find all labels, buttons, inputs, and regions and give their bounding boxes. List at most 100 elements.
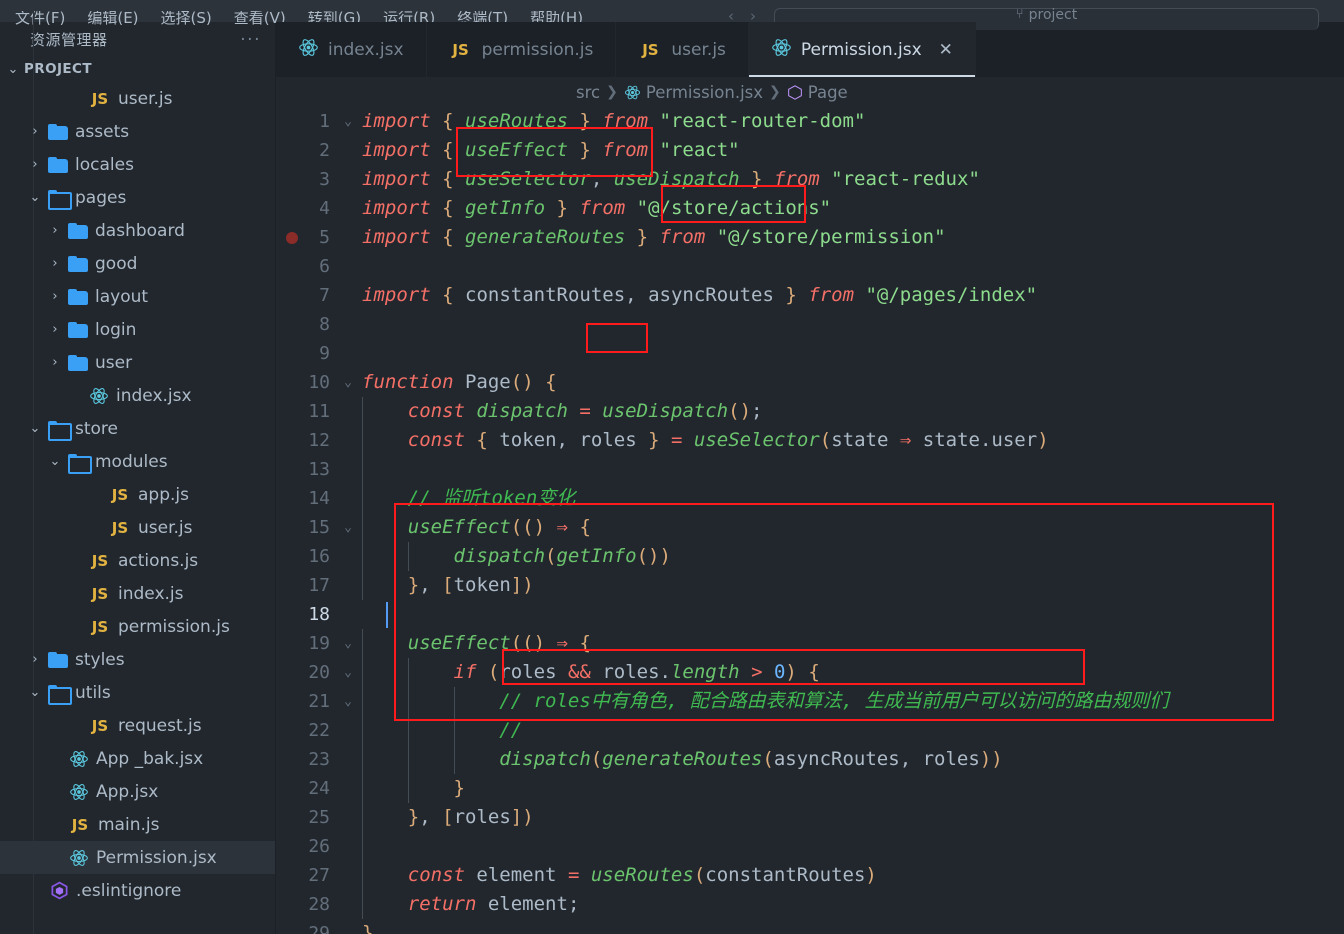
code-editor[interactable]: 1 ⌄ import { useRoutes } from "react-route… xyxy=(276,107,1344,934)
editor-tab-permission-jsx[interactable]: Permission.jsx ✕ xyxy=(748,22,976,77)
tree-item-label: store xyxy=(75,418,118,439)
breadcrumb-separator-icon: ❯ xyxy=(606,84,618,100)
tree-item-assets[interactable]: › assets xyxy=(0,115,275,148)
tree-item-utils[interactable]: ⌄ utils xyxy=(0,676,275,709)
code-line: 1 ⌄ import { useRoutes } from "react-route… xyxy=(276,107,1344,136)
code-line: 19 ⌄ useEffect(() ⇒ { xyxy=(276,629,1344,658)
menu-select[interactable]: 选择(S) xyxy=(150,11,223,26)
line-number: 24 xyxy=(308,778,330,799)
chevron-right-icon[interactable]: › xyxy=(28,157,42,172)
tree-item-store[interactable]: ⌄ store xyxy=(0,412,275,445)
chevron-right-icon[interactable]: › xyxy=(48,223,62,238)
tree-item-app-js[interactable]: JS app.js xyxy=(0,478,275,511)
code-line: 17 }, [token]) xyxy=(276,571,1344,600)
chevron-down-icon[interactable]: ⌄ xyxy=(28,685,42,700)
fold-icon[interactable]: ⌄ xyxy=(338,107,358,136)
tree-item-main-js[interactable]: JS main.js xyxy=(0,808,275,841)
breadcrumb-label: Permission.jsx xyxy=(645,82,764,102)
tree-item-pages[interactable]: ⌄ pages xyxy=(0,181,275,214)
tree-item-modules[interactable]: ⌄ modules xyxy=(0,445,275,478)
tree-item-permission-js[interactable]: JS permission.js xyxy=(0,610,275,643)
code-text: import { useRoutes } from "react-router-… xyxy=(362,110,866,132)
breakpoint-icon[interactable] xyxy=(286,232,298,244)
tree-item-permission-jsx[interactable]: Permission.jsx xyxy=(0,841,275,874)
tree-item-dashboard[interactable]: › dashboard xyxy=(0,214,275,247)
tree-item-label: app.js xyxy=(138,484,189,505)
indent-guide xyxy=(362,571,363,600)
code-line: 12 const { token, roles } = useSelector(… xyxy=(276,426,1344,455)
tree-item-label: assets xyxy=(75,121,130,142)
tab-close-icon[interactable]: ✕ xyxy=(939,40,953,60)
react-file-icon xyxy=(68,782,90,802)
tree-item-user-js[interactable]: JS user.js xyxy=(0,82,275,115)
tree-item-index-js[interactable]: JS index.js xyxy=(0,577,275,610)
project-section-header[interactable]: ⌄ PROJECT xyxy=(0,57,275,81)
tree-item-actions-js[interactable]: JS actions.js xyxy=(0,544,275,577)
fold-icon[interactable]: ⌄ xyxy=(338,513,358,542)
code-text: // 监听token变化 xyxy=(407,487,576,509)
editor-tab-permission-js[interactable]: JS permission.js xyxy=(426,22,617,77)
code-text: import { useEffect } from "react" xyxy=(362,139,740,161)
code-text: if (roles && roles.length > 0) { xyxy=(453,661,820,683)
line-number: 27 xyxy=(308,865,330,886)
tree-item-request-js[interactable]: JS request.js xyxy=(0,709,275,742)
react-file-icon xyxy=(298,37,319,63)
chevron-down-icon[interactable]: ⌄ xyxy=(48,454,62,469)
code-lines: 1 ⌄ import { useRoutes } from "react-route… xyxy=(276,107,1344,934)
chevron-down-icon[interactable]: ⌄ xyxy=(28,190,42,205)
line-number: 28 xyxy=(308,894,330,915)
breadcrumb-item-file[interactable]: Permission.jsx xyxy=(624,83,763,102)
cube-icon xyxy=(787,84,802,100)
more-actions-icon[interactable]: ··· xyxy=(240,31,261,48)
tree-item--eslintignore[interactable]: .eslintignore xyxy=(0,874,275,907)
menu-file[interactable]: 文件(F) xyxy=(4,11,76,26)
tree-item-user-js[interactable]: JS user.js xyxy=(0,511,275,544)
code-text: import { constantRoutes, asyncRoutes } f… xyxy=(362,284,1038,306)
fold-icon[interactable]: ⌄ xyxy=(338,629,358,658)
code-line: 4 import { getInfo } from "@/store/action… xyxy=(276,194,1344,223)
fold-icon[interactable]: ⌄ xyxy=(338,687,358,716)
react-icon xyxy=(299,38,318,56)
fold-icon[interactable]: ⌄ xyxy=(338,368,358,397)
tree-item-index-jsx[interactable]: index.jsx xyxy=(0,379,275,412)
chevron-down-icon: ⌄ xyxy=(7,61,19,77)
chevron-right-icon[interactable]: › xyxy=(48,289,62,304)
tree-item-login[interactable]: › login xyxy=(0,313,275,346)
code-text: function Page() { xyxy=(362,371,557,393)
js-file-icon: JS xyxy=(71,815,89,834)
chevron-down-icon[interactable]: ⌄ xyxy=(28,421,42,436)
chevron-right-icon[interactable]: › xyxy=(28,124,42,139)
tree-item-styles[interactable]: › styles xyxy=(0,643,275,676)
tree-item-label: layout xyxy=(95,286,149,307)
chevron-right-icon[interactable]: › xyxy=(48,322,62,337)
tree-item-locales[interactable]: › locales xyxy=(0,148,275,181)
folder-icon xyxy=(48,651,69,668)
menu-edit[interactable]: 编辑(E) xyxy=(76,11,149,26)
js-file-icon: JS xyxy=(111,485,129,504)
code-text: } xyxy=(362,922,374,934)
editor-tab-label: permission.js xyxy=(481,39,594,60)
breadcrumb-item-src[interactable]: src xyxy=(576,83,600,102)
line-number: 9 xyxy=(319,343,330,364)
fold-icon[interactable]: ⌄ xyxy=(338,658,358,687)
code-line: 5 import { generateRoutes } from "@/store… xyxy=(276,223,1344,252)
editor-tab-user-js[interactable]: JS user.js xyxy=(616,22,749,77)
tree-item-label: user.js xyxy=(138,517,193,538)
editor-tab-index-jsx[interactable]: index.jsx xyxy=(276,22,427,77)
line-number: 7 xyxy=(319,285,330,306)
chevron-right-icon[interactable]: › xyxy=(28,652,42,667)
breadcrumb-item-symbol[interactable]: Page xyxy=(787,83,848,102)
tree-item-label: dashboard xyxy=(95,220,185,241)
line-number: 2 xyxy=(319,140,330,161)
code-text: useEffect(() ⇒ { xyxy=(407,516,591,538)
indent-guide xyxy=(362,745,363,774)
tree-item-good[interactable]: › good xyxy=(0,247,275,280)
chevron-right-icon[interactable]: › xyxy=(48,256,62,271)
tree-item-app-jsx[interactable]: App.jsx xyxy=(0,775,275,808)
tree-item-app-bak-jsx[interactable]: App _bak.jsx xyxy=(0,742,275,775)
react-file-icon xyxy=(68,749,90,769)
code-line: 9 xyxy=(276,339,1344,368)
tree-item-user[interactable]: › user xyxy=(0,346,275,379)
tree-item-layout[interactable]: › layout xyxy=(0,280,275,313)
chevron-right-icon[interactable]: › xyxy=(48,355,62,370)
